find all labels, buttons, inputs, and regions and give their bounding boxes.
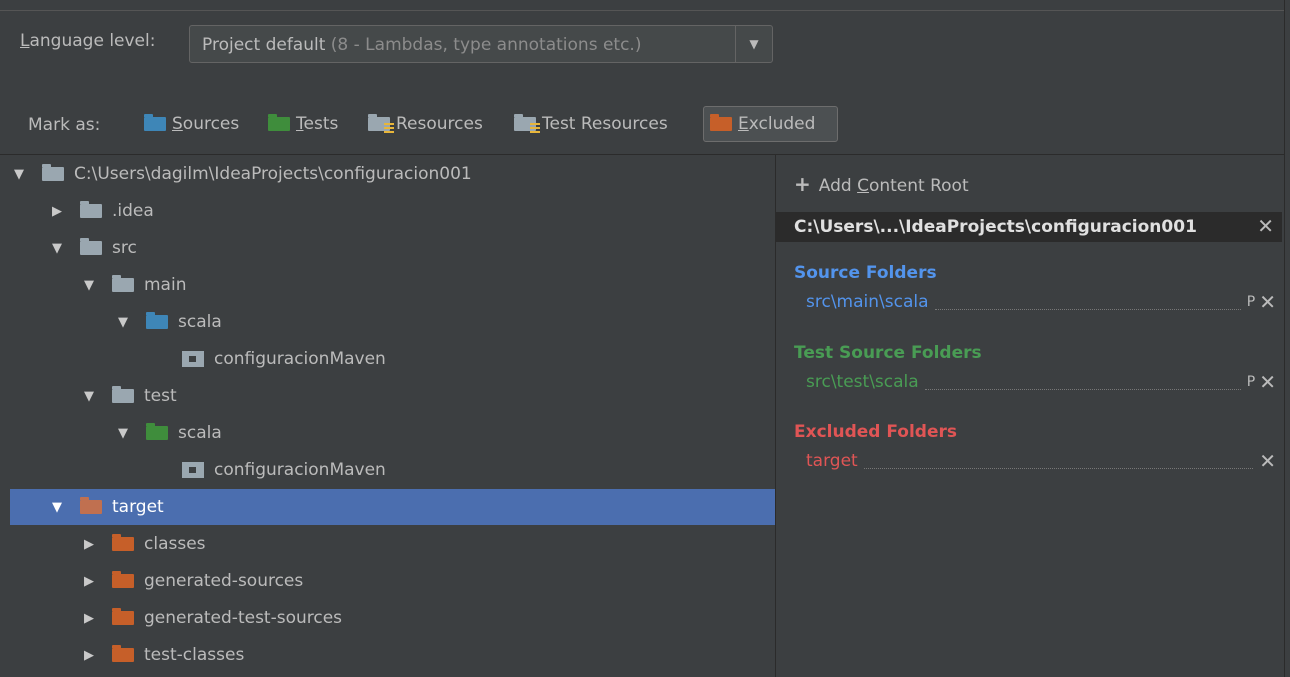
language-level-label: Language level:	[20, 31, 156, 51]
excluded-folder-icon	[112, 608, 134, 625]
language-level-value: Project default (8 - Lambdas, type annot…	[202, 35, 642, 55]
tree-row-idea[interactable]: ▶ .idea	[10, 193, 775, 229]
test-source-folders-title: Test Source Folders	[794, 343, 982, 363]
collapse-arrow-icon[interactable]: ▶	[80, 648, 98, 663]
dropdown-arrow-icon[interactable]: ▼	[735, 26, 772, 62]
test-folder-icon	[146, 423, 168, 440]
expand-arrow-icon[interactable]: ▼	[10, 167, 28, 182]
collapse-arrow-icon[interactable]: ▶	[80, 537, 98, 552]
excluded-folders-title: Excluded Folders	[794, 422, 958, 442]
package-icon	[182, 351, 204, 367]
expand-arrow-icon[interactable]: ▼	[48, 500, 66, 515]
excluded-folder-icon	[710, 114, 732, 131]
edit-package-prefix-icon[interactable]: P	[1247, 374, 1255, 390]
collapse-arrow-icon[interactable]: ▶	[80, 574, 98, 589]
tree-row-generated-test-sources[interactable]: ▶ generated-test-sources	[10, 600, 775, 636]
remove-content-root-icon[interactable]: ✕	[1257, 214, 1274, 238]
tree-row-main-scala[interactable]: ▼ scala	[10, 304, 775, 340]
expand-arrow-icon[interactable]: ▼	[80, 389, 98, 404]
package-icon	[182, 462, 204, 478]
sources-folder-icon	[144, 114, 166, 131]
folder-icon	[112, 275, 134, 292]
excluded-folder-icon	[112, 645, 134, 662]
excluded-folder-icon	[112, 571, 134, 588]
resources-folder-icon	[368, 114, 394, 133]
tree-row-target[interactable]: ▼ target	[10, 489, 775, 525]
excluded-folder-icon	[80, 497, 102, 514]
project-tree: ▼ C:\Users\dagilm\IdeaProjects\configura…	[0, 155, 775, 677]
tree-row-classes[interactable]: ▶ classes	[10, 526, 775, 562]
remove-excluded-folder-icon[interactable]: ✕	[1259, 449, 1276, 473]
excluded-folder-icon	[112, 534, 134, 551]
folder-icon	[112, 386, 134, 403]
excluded-folder-item[interactable]: target ✕	[806, 449, 1276, 473]
edit-package-prefix-icon[interactable]: P	[1247, 294, 1255, 310]
source-folder-icon	[146, 312, 168, 329]
test-resources-folder-icon	[514, 114, 540, 133]
tree-row-test-scala[interactable]: ▼ scala	[10, 415, 775, 451]
mark-test-resources-button[interactable]: Test Resources	[508, 106, 674, 142]
window-edge	[1284, 0, 1290, 677]
mark-excluded-button[interactable]: Excluded	[703, 106, 838, 142]
content-root-header: C:\Users\...\IdeaProjects\configuracion0…	[776, 212, 1282, 242]
tree-row-main-package[interactable]: configuracionMaven	[10, 341, 775, 377]
mark-tests-button[interactable]: Tests	[262, 106, 344, 142]
add-content-root-button[interactable]: + Add Content Root	[794, 172, 969, 196]
remove-source-folder-icon[interactable]: ✕	[1259, 290, 1276, 314]
language-level-row: Language level: Project default (8 - Lam…	[0, 10, 1284, 67]
mark-as-toolbar: Mark as: Sources Tests Resources Test Re…	[0, 100, 1284, 148]
folder-icon	[42, 164, 64, 181]
folder-icon	[80, 201, 102, 218]
expand-arrow-icon[interactable]: ▼	[114, 315, 132, 330]
expand-arrow-icon[interactable]: ▼	[48, 241, 66, 256]
tree-row-test-package[interactable]: configuracionMaven	[10, 452, 775, 488]
language-level-dropdown[interactable]: Project default (8 - Lambdas, type annot…	[189, 25, 773, 63]
plus-icon: +	[794, 172, 811, 196]
remove-test-folder-icon[interactable]: ✕	[1259, 370, 1276, 394]
collapse-arrow-icon[interactable]: ▶	[80, 611, 98, 626]
tree-row-test-classes[interactable]: ▶ test-classes	[10, 637, 775, 673]
content-root-path: C:\Users\...\IdeaProjects\configuracion0…	[794, 217, 1197, 237]
source-folder-item[interactable]: src\main\scala P ✕	[806, 290, 1276, 314]
tree-row-test[interactable]: ▼ test	[10, 378, 775, 414]
mark-sources-button[interactable]: Sources	[138, 106, 245, 142]
expand-arrow-icon[interactable]: ▼	[80, 278, 98, 293]
collapse-arrow-icon[interactable]: ▶	[48, 204, 66, 219]
content-root-panel: + Add Content Root C:\Users\...\IdeaProje…	[776, 155, 1290, 677]
tree-row-generated-sources[interactable]: ▶ generated-sources	[10, 563, 775, 599]
folder-icon	[80, 238, 102, 255]
mark-as-label: Mark as:	[28, 115, 101, 135]
test-source-folder-item[interactable]: src\test\scala P ✕	[806, 370, 1276, 394]
mark-resources-button[interactable]: Resources	[362, 106, 489, 142]
source-folders-title: Source Folders	[794, 263, 937, 283]
tests-folder-icon	[268, 114, 290, 131]
tree-row-src[interactable]: ▼ src	[10, 230, 775, 266]
tree-row-content-root[interactable]: ▼ C:\Users\dagilm\IdeaProjects\configura…	[10, 156, 775, 192]
expand-arrow-icon[interactable]: ▼	[114, 426, 132, 441]
tree-row-main[interactable]: ▼ main	[10, 267, 775, 303]
